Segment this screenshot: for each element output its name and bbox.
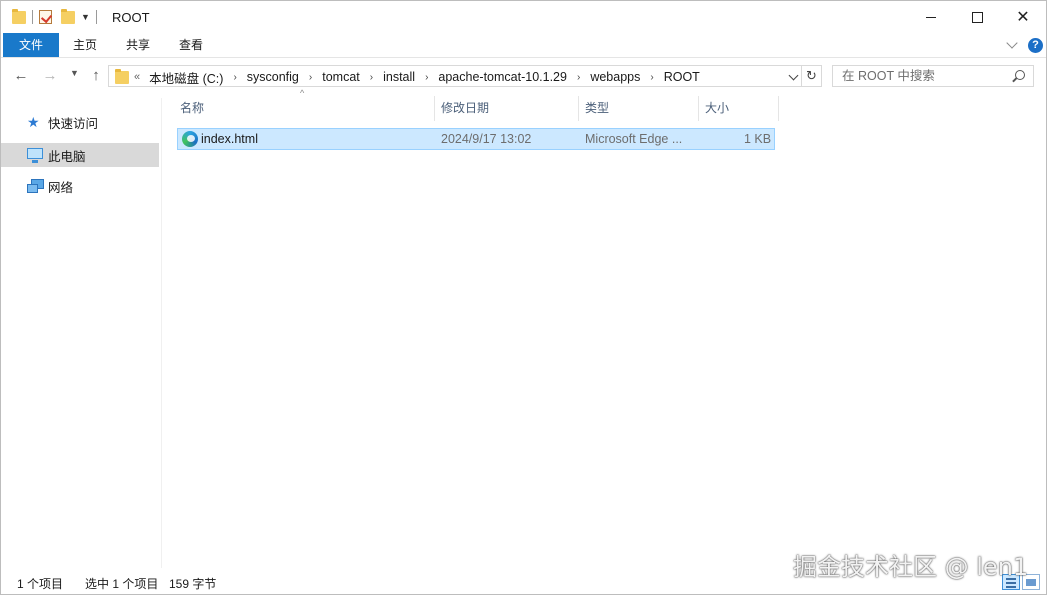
selection-size: 159 字节 xyxy=(169,577,217,591)
column-header-modified[interactable]: 修改日期 xyxy=(435,96,579,121)
back-button[interactable]: ← xyxy=(12,67,30,85)
maximize-button[interactable] xyxy=(954,1,1000,33)
breadcrumb-item[interactable]: tomcat xyxy=(322,70,360,84)
help-icon[interactable]: ? xyxy=(1028,38,1043,53)
explorer-window: ▼ ROOT ✕ 文件 主页 共享 查看 ? ← → ▼ ↑ « 本地磁盘 (C… xyxy=(0,0,1047,595)
breadcrumb-item[interactable]: apache-tomcat-10.1.29 xyxy=(438,70,567,84)
address-history-chevron-icon[interactable] xyxy=(788,70,799,81)
forward-button[interactable]: → xyxy=(41,67,59,85)
customize-toolbar-dropdown-icon[interactable]: ▼ xyxy=(81,12,90,22)
recent-locations-dropdown-icon[interactable]: ▼ xyxy=(70,68,79,78)
column-header-name[interactable]: 名称 xyxy=(174,96,435,121)
close-button[interactable]: ✕ xyxy=(1000,1,1046,33)
column-header-type[interactable]: 类型 xyxy=(579,96,699,121)
tab-home[interactable]: 主页 xyxy=(59,33,111,57)
separator xyxy=(32,10,33,24)
breadcrumb-separator-icon[interactable]: › xyxy=(370,72,373,83)
breadcrumb-item[interactable]: webapps xyxy=(590,70,640,84)
breadcrumb-separator-icon[interactable]: › xyxy=(309,72,312,83)
refresh-button[interactable]: ↻ xyxy=(802,65,822,87)
separator xyxy=(95,10,97,24)
window-title: ROOT xyxy=(112,10,150,25)
breadcrumb-item[interactable]: sysconfig xyxy=(247,70,299,84)
breadcrumb-item[interactable]: ROOT xyxy=(664,70,700,84)
table-row[interactable]: index.html 2024/9/17 13:02 Microsoft Edg… xyxy=(177,128,775,150)
address-bar[interactable]: « 本地磁盘 (C:) › sysconfig › tomcat › insta… xyxy=(108,65,802,87)
sidebar-item-label: 此电脑 xyxy=(48,149,86,164)
tab-file[interactable]: 文件 xyxy=(3,33,59,57)
network-icon xyxy=(27,179,44,193)
tab-view[interactable]: 查看 xyxy=(165,33,217,57)
navigation-bar: ← → ▼ ↑ « 本地磁盘 (C:) › sysconfig › tomcat… xyxy=(1,61,1046,91)
sidebar-item-network[interactable]: 网络 xyxy=(1,174,159,198)
navigation-pane: ★ 快速访问 此电脑 网络 xyxy=(1,98,162,568)
file-name[interactable]: index.html xyxy=(201,129,258,149)
file-modified: 2024/9/17 13:02 xyxy=(441,132,532,146)
edge-html-icon xyxy=(182,131,198,147)
column-header-size[interactable]: 大小 xyxy=(699,96,779,121)
folder-icon xyxy=(12,8,26,24)
item-count: 1 个项目 xyxy=(17,577,64,591)
breadcrumb-separator-icon[interactable]: › xyxy=(233,72,236,83)
search-icon[interactable] xyxy=(1015,70,1025,80)
watermark: 掘金技术社区 @ len1 xyxy=(793,553,1029,581)
breadcrumb-overflow[interactable]: « xyxy=(134,71,140,83)
quick-access-toolbar: ▼ xyxy=(12,8,103,26)
file-type: Microsoft Edge ... xyxy=(585,132,683,146)
breadcrumb: « 本地磁盘 (C:) › sysconfig › tomcat › insta… xyxy=(134,68,700,87)
title-bar: ▼ ROOT ✕ xyxy=(1,1,1046,33)
tab-share[interactable]: 共享 xyxy=(111,33,165,57)
expand-ribbon-chevron-icon[interactable] xyxy=(1006,37,1018,49)
search-box[interactable] xyxy=(832,65,1034,87)
new-folder-icon[interactable] xyxy=(61,8,75,24)
file-list: ^ 名称 修改日期 类型 大小 index.html 2024/9/17 13:… xyxy=(163,88,1046,568)
sidebar-item-this-pc[interactable]: 此电脑 xyxy=(1,143,159,167)
properties-icon[interactable] xyxy=(39,10,52,24)
minimize-button[interactable] xyxy=(908,1,954,33)
sidebar-item-label: 快速访问 xyxy=(48,116,99,131)
breadcrumb-item[interactable]: 本地磁盘 (C:) xyxy=(149,68,223,87)
sidebar-item-label: 网络 xyxy=(48,180,74,195)
sidebar-item-quick-access[interactable]: ★ 快速访问 xyxy=(1,110,159,134)
breadcrumb-separator-icon[interactable]: › xyxy=(650,72,653,83)
selection-count: 选中 1 个项目 xyxy=(85,577,159,591)
star-icon: ★ xyxy=(27,114,40,130)
file-size: 1 KB xyxy=(744,132,772,146)
search-input[interactable] xyxy=(833,66,1013,86)
breadcrumb-item[interactable]: install xyxy=(383,70,415,84)
computer-icon xyxy=(27,148,43,163)
up-button[interactable]: ↑ xyxy=(87,67,105,85)
breadcrumb-separator-icon[interactable]: › xyxy=(577,72,580,83)
folder-icon xyxy=(115,69,129,84)
breadcrumb-separator-icon[interactable]: › xyxy=(425,72,428,83)
ribbon-tabs: 文件 主页 共享 查看 ? xyxy=(1,33,1046,58)
